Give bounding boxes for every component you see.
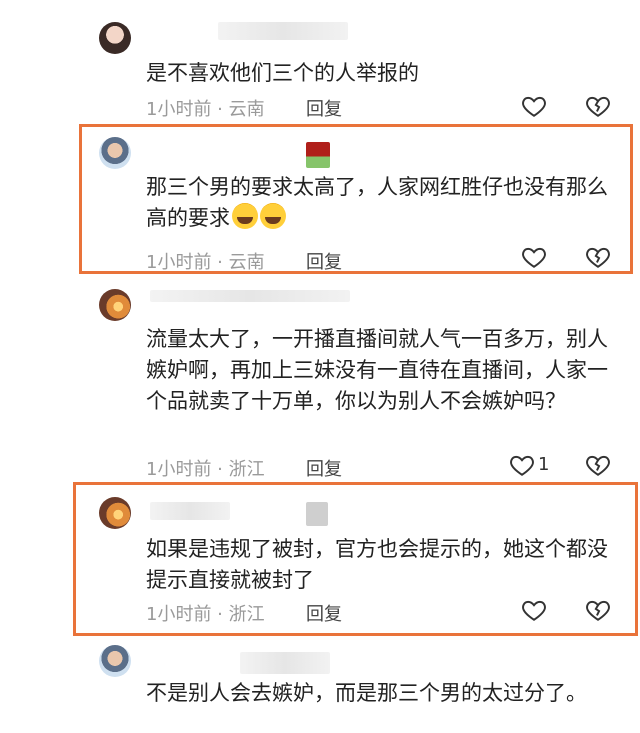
broken-heart-icon[interactable] xyxy=(584,93,612,119)
comment-meta: 1小时前 · 云南 xyxy=(146,99,265,120)
reply-button[interactable]: 回复 xyxy=(306,455,342,481)
broken-heart-icon[interactable] xyxy=(584,597,612,623)
comment-meta: 1小时前 · 浙江 xyxy=(146,459,265,480)
username-blurred[interactable] xyxy=(306,502,328,526)
heart-outline-icon[interactable] xyxy=(508,452,536,478)
rolling-laughing-emoji-icon xyxy=(232,203,258,229)
like-count: 1 xyxy=(538,454,550,475)
reply-button[interactable]: 回复 xyxy=(306,248,342,274)
comment-meta: 1小时前 · 云南 xyxy=(146,252,265,273)
comment-text: 是不喜欢他们三个的人举报的 xyxy=(146,61,419,85)
avatar[interactable] xyxy=(99,289,131,321)
username-blurred[interactable] xyxy=(306,142,330,168)
avatar[interactable] xyxy=(99,645,131,677)
username-blurred[interactable] xyxy=(218,22,348,40)
avatar[interactable] xyxy=(99,497,131,529)
heart-outline-icon[interactable] xyxy=(520,597,548,623)
comment-text-body: 那三个男的要求太高了，人家网红胜仔也没有那么高的要求 xyxy=(146,175,608,230)
broken-heart-icon[interactable] xyxy=(584,452,612,478)
comment-text: 如果是违规了被封，官方也会提示的，她这个都没提示直接就被封了 xyxy=(146,537,608,592)
comment-text: 流量太大了，一开播直播间就人气一百多万，别人嫉妒啊，再加上三妹没有一直待在直播间… xyxy=(146,327,608,413)
avatar[interactable] xyxy=(99,137,131,169)
comment-text: 不是别人会去嫉妒，而是那三个男的太过分了。 xyxy=(146,681,587,705)
comment-text: 那三个男的要求太高了，人家网红胜仔也没有那么高的要求 xyxy=(146,172,616,234)
avatar[interactable] xyxy=(99,22,131,54)
username-blurred[interactable] xyxy=(150,290,350,302)
username-blurred[interactable] xyxy=(240,652,330,674)
rolling-laughing-emoji-icon xyxy=(260,203,286,229)
reply-button[interactable]: 回复 xyxy=(306,600,342,626)
broken-heart-icon[interactable] xyxy=(584,244,612,270)
heart-outline-icon[interactable] xyxy=(520,244,548,270)
comment-meta: 1小时前 · 浙江 xyxy=(146,604,265,625)
heart-outline-icon[interactable] xyxy=(520,93,548,119)
username-blurred[interactable] xyxy=(150,502,230,520)
reply-button[interactable]: 回复 xyxy=(306,95,342,121)
